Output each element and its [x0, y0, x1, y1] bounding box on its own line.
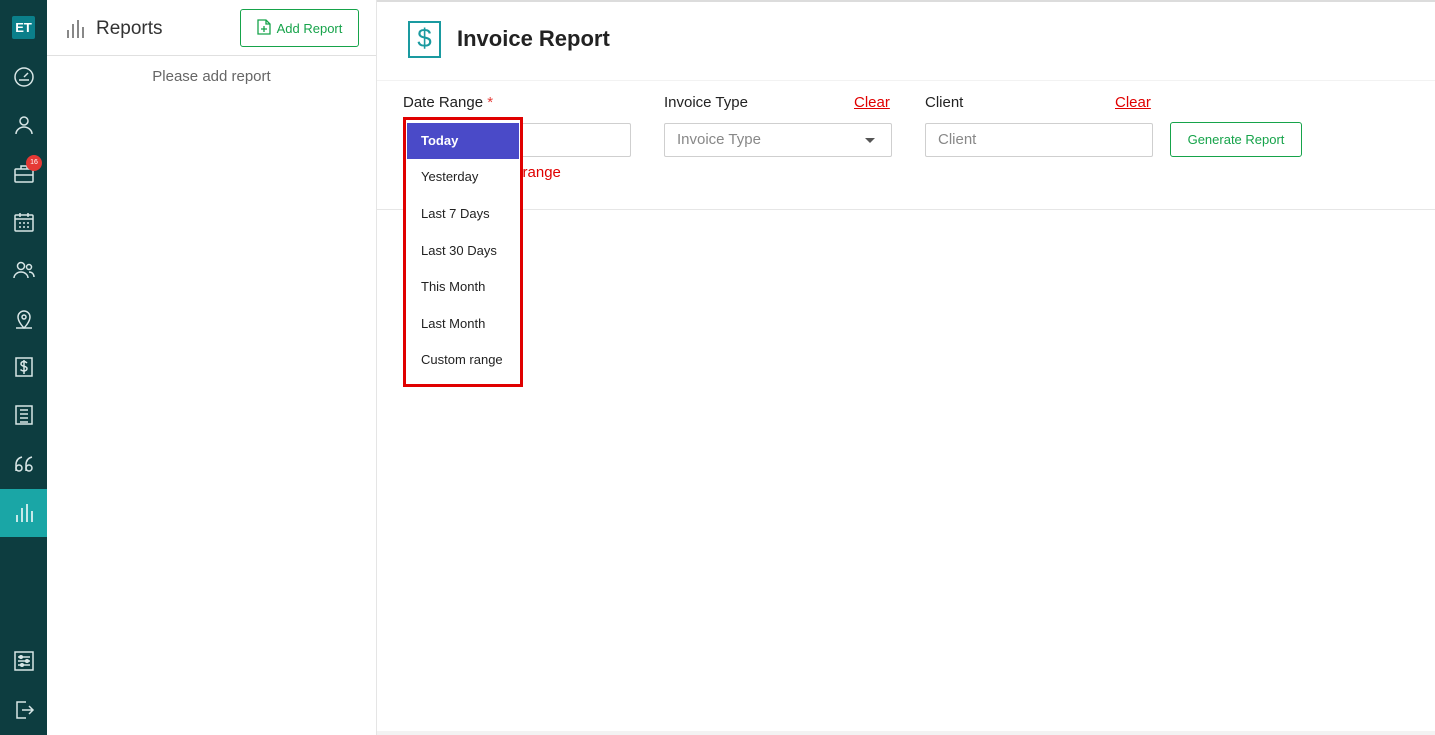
add-report-button[interactable]: Add Report [240, 9, 359, 47]
invoice-type-label: Invoice Type [664, 94, 748, 111]
client-placeholder: Client [938, 131, 977, 148]
reports-panel: Reports Add Report Please add report [47, 0, 377, 735]
dollar-icon: $ [408, 21, 441, 58]
file-plus-icon [256, 18, 271, 38]
dropdown-option-yesterday[interactable]: Yesterday [407, 159, 519, 195]
quote-icon[interactable] [0, 440, 47, 488]
dollar-icon[interactable] [0, 343, 47, 391]
date-range-dropdown: Today Yesterday Last 7 Days Last 30 Days… [403, 117, 523, 387]
dropdown-option-last-7-days[interactable]: Last 7 Days [407, 196, 519, 232]
list-icon[interactable] [0, 391, 47, 439]
client-clear-link[interactable]: Clear [1115, 94, 1151, 111]
reports-icon[interactable] [0, 489, 47, 537]
dropdown-option-last-30-days[interactable]: Last 30 Days [407, 233, 519, 269]
dropdown-option-custom-range[interactable]: Custom range [407, 342, 519, 378]
users-icon[interactable] [0, 246, 47, 294]
empty-message: Please add report [152, 68, 271, 85]
dropdown-option-today[interactable]: Today [407, 123, 519, 159]
date-range-label-text: Date Range [403, 94, 484, 111]
calendar-icon[interactable] [0, 198, 47, 246]
client-input[interactable]: Client [925, 123, 1153, 157]
invoice-type-select[interactable]: Invoice Type [664, 123, 892, 157]
chevron-down-icon [865, 138, 875, 143]
notification-badge: 16 [26, 155, 42, 171]
reports-icon [66, 19, 84, 44]
invoice-type-clear-link[interactable]: Clear [854, 94, 890, 111]
dropdown-option-this-month[interactable]: This Month [407, 269, 519, 305]
add-report-label: Add Report [276, 20, 343, 36]
date-range-label: Date Range * [403, 94, 493, 111]
app-logo[interactable]: ET [12, 16, 35, 39]
settings-icon[interactable] [0, 637, 47, 685]
reports-panel-header: Reports Add Report [47, 0, 376, 56]
dropdown-option-last-month[interactable]: Last Month [407, 306, 519, 342]
invoice-type-placeholder: Invoice Type [677, 131, 761, 148]
location-icon[interactable] [0, 295, 47, 343]
panel-title: Reports [96, 18, 163, 39]
user-icon[interactable] [0, 101, 47, 149]
page-title: Invoice Report [457, 26, 610, 51]
logout-icon[interactable] [0, 686, 47, 734]
client-label: Client [925, 94, 964, 111]
dashboard-icon[interactable] [0, 53, 47, 101]
generate-report-button[interactable]: Generate Report [1170, 122, 1302, 157]
required-mark: * [487, 94, 494, 111]
bottom-divider [377, 731, 1435, 735]
app-sidebar: ET 16 [0, 0, 47, 735]
